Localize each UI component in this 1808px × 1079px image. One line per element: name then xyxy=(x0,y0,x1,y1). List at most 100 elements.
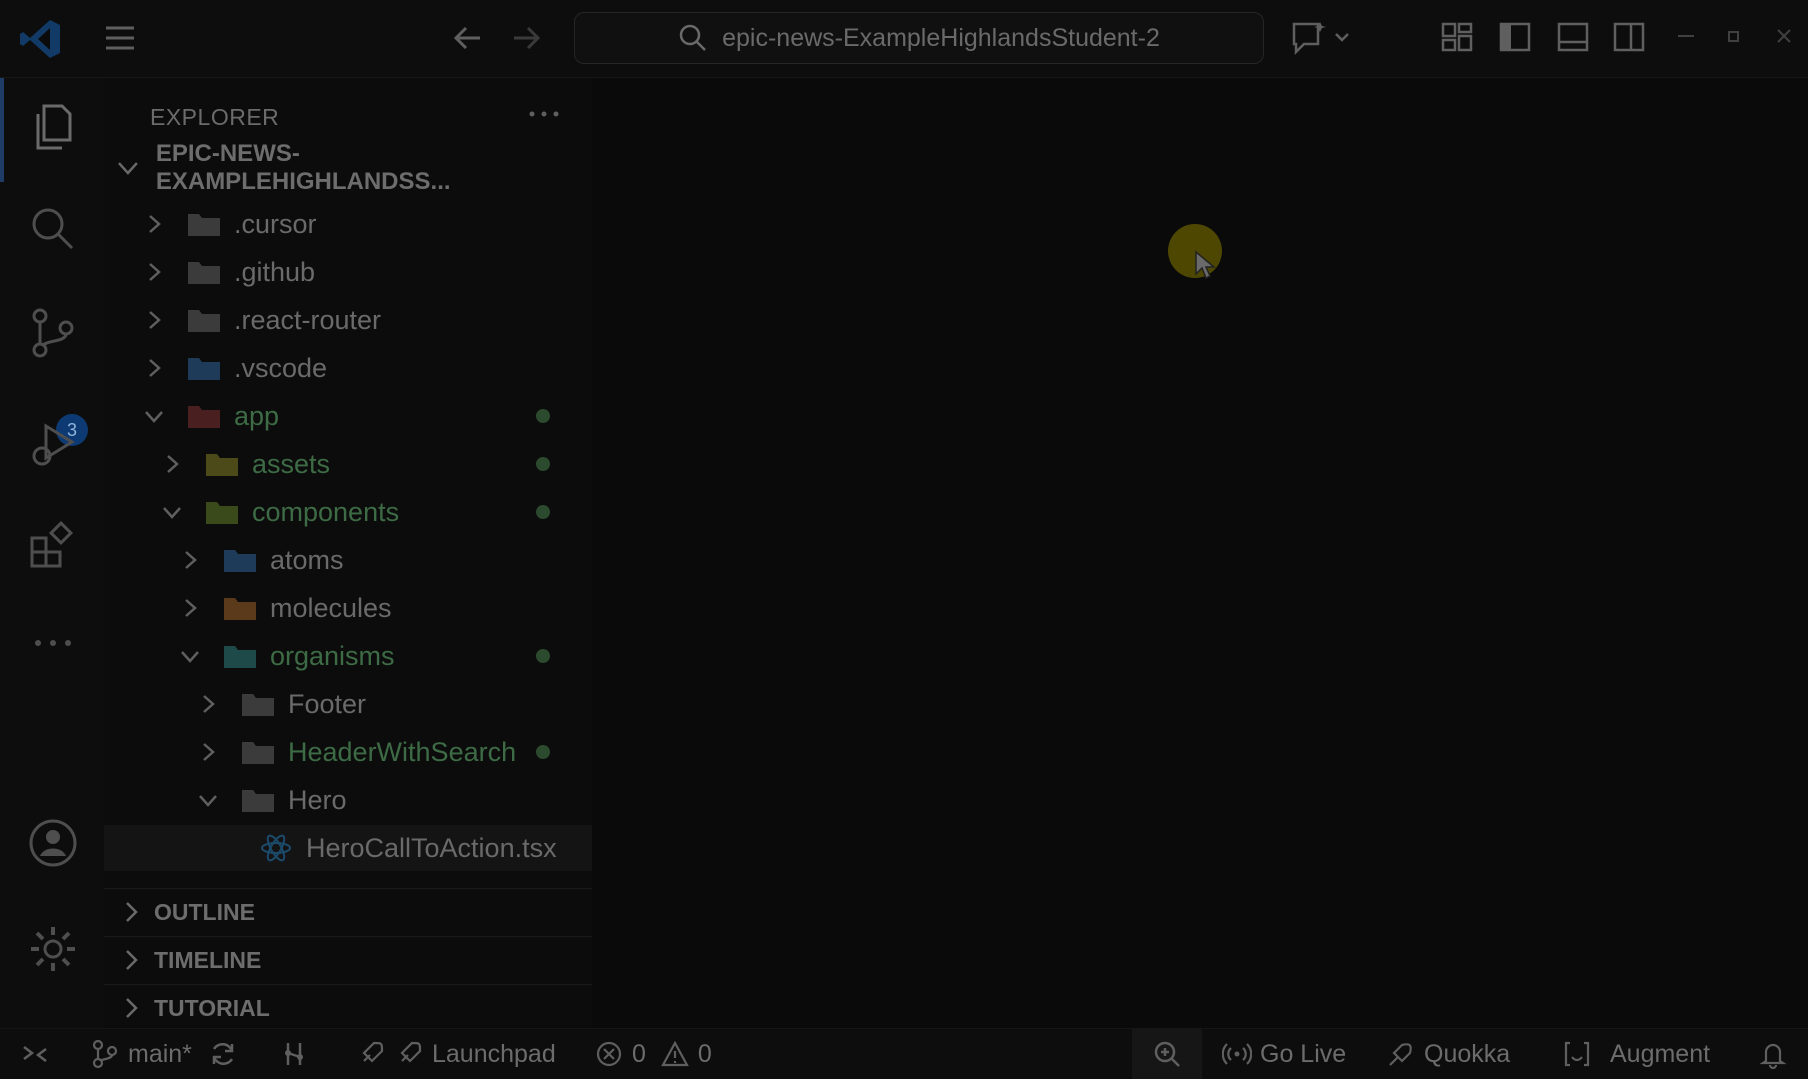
status-bar: main* Launchpad 0 0 Go Live Quokka Augme… xyxy=(0,1028,1808,1079)
modified-dot xyxy=(536,649,550,663)
file-item[interactable]: HeroCallToAction.tsx xyxy=(104,825,592,871)
folder-item[interactable]: atoms xyxy=(104,537,592,583)
chevron-right-icon xyxy=(149,359,161,377)
modified-dot xyxy=(536,409,550,423)
panel-timeline[interactable]: TIMELINE xyxy=(104,936,592,983)
atoms-folder-icon xyxy=(224,550,256,572)
back-arrow-icon[interactable] xyxy=(450,20,486,56)
notifications-button[interactable] xyxy=(1758,1029,1788,1079)
copilot-chat-icon[interactable] xyxy=(1290,18,1352,58)
folder-item[interactable]: HeaderWithSearch xyxy=(104,729,592,775)
remote-indicator[interactable] xyxy=(20,1029,50,1079)
quokka-button[interactable]: Quokka xyxy=(1386,1029,1510,1079)
panel-tutorial-label: TUTORIAL xyxy=(154,994,270,1021)
chevron-down-icon xyxy=(145,411,163,423)
panel-tutorial[interactable]: TUTORIAL xyxy=(104,984,592,1031)
tree-item-label: HeaderWithSearch xyxy=(288,736,517,767)
augment-label: Augment xyxy=(1610,1039,1711,1068)
chevron-right-icon xyxy=(149,215,161,233)
git-graph-icon xyxy=(285,1043,303,1065)
modified-dot xyxy=(536,457,550,471)
react-file-icon xyxy=(261,834,291,862)
go-live-button[interactable]: Go Live xyxy=(1222,1029,1346,1079)
run-debug-icon[interactable] xyxy=(26,418,80,472)
folder-item[interactable]: Hero xyxy=(104,777,592,823)
error-count: 0 xyxy=(632,1039,646,1068)
minimize-icon[interactable] xyxy=(1674,24,1698,48)
extensions-icon[interactable] xyxy=(26,518,80,572)
folder-item[interactable]: organisms xyxy=(104,633,592,679)
tree-item-label: Hero xyxy=(288,784,347,815)
rocket-icon xyxy=(400,1041,422,1063)
git-graph-button[interactable] xyxy=(280,1029,310,1079)
workspace-root[interactable]: EPIC-NEWS-EXAMPLEHIGHLANDSS... xyxy=(104,140,592,195)
tree-item-label: app xyxy=(234,400,280,431)
folder-item[interactable]: .github xyxy=(104,249,592,295)
tree-item-label: .github xyxy=(234,256,316,287)
rocket-icon xyxy=(362,1041,384,1063)
tree-item-label: HeroCallToAction.tsx xyxy=(306,832,557,863)
problems-indicator[interactable]: 0 0 xyxy=(594,1029,712,1079)
zoom-button[interactable] xyxy=(1132,1029,1202,1079)
sync-icon[interactable] xyxy=(208,1039,238,1069)
more-actions-icon[interactable] xyxy=(522,96,566,132)
folder-item[interactable]: .cursor xyxy=(104,201,592,247)
folder-item[interactable]: Footer xyxy=(104,681,592,727)
toggle-secondary-sidebar-icon[interactable] xyxy=(1612,20,1646,54)
active-indicator xyxy=(0,78,4,182)
mouse-pointer-icon xyxy=(1195,250,1216,280)
launchpad-button[interactable]: Launchpad xyxy=(356,1029,556,1079)
search-icon xyxy=(679,24,707,51)
explorer-files-icon[interactable] xyxy=(26,100,80,154)
warning-icon xyxy=(661,1040,689,1067)
account-icon[interactable] xyxy=(26,816,80,870)
forward-arrow-icon[interactable] xyxy=(508,20,544,56)
tree-item-label: .vscode xyxy=(234,352,328,383)
folder-item[interactable]: app xyxy=(104,393,592,439)
folder-item[interactable]: .react-router xyxy=(104,297,592,343)
explorer-sidebar: EXPLORER EPIC-NEWS-EXAMPLEHIGHLANDSS... … xyxy=(104,78,592,1028)
warning-count: 0 xyxy=(697,1039,712,1068)
chevron-right-icon xyxy=(126,998,138,1018)
panel-outline[interactable]: OUTLINE xyxy=(104,888,592,935)
folder-open-icon xyxy=(242,790,274,812)
folder-item[interactable]: components xyxy=(104,489,592,535)
close-icon[interactable] xyxy=(1772,24,1796,48)
toggle-panel-icon[interactable] xyxy=(1556,20,1590,54)
more-views-icon[interactable] xyxy=(26,616,80,670)
command-center-search[interactable]: epic-news-ExampleHighlandsStudent-2 xyxy=(574,12,1264,64)
modified-dot xyxy=(536,505,550,519)
quokka-icon xyxy=(1389,1043,1412,1066)
augment-button[interactable]: Augment xyxy=(1552,1029,1710,1079)
source-control-icon[interactable] xyxy=(26,306,80,360)
chevron-right-icon xyxy=(126,950,138,970)
menu-icon[interactable] xyxy=(102,20,138,56)
chevron-right-icon xyxy=(185,599,197,617)
chevron-right-icon xyxy=(149,263,161,281)
panel-timeline-label: TIMELINE xyxy=(154,946,262,973)
quokka-label: Quokka xyxy=(1424,1039,1511,1068)
toggle-primary-sidebar-icon[interactable] xyxy=(1498,20,1532,54)
editor-area[interactable] xyxy=(592,78,1808,1028)
folder-icon xyxy=(188,310,220,332)
activity-bar: 3 xyxy=(0,78,104,1028)
panel-outline-label: OUTLINE xyxy=(154,898,255,925)
search-icon[interactable] xyxy=(26,202,80,256)
restore-icon[interactable] xyxy=(1722,24,1746,48)
branch-indicator[interactable]: main* xyxy=(90,1029,238,1079)
tree-item-label: molecules xyxy=(270,592,392,623)
settings-gear-icon[interactable] xyxy=(26,922,80,976)
folder-item[interactable]: assets xyxy=(104,441,592,487)
github-folder-icon xyxy=(188,262,220,284)
folder-item[interactable]: molecules xyxy=(104,585,592,631)
chevron-down-icon xyxy=(199,795,217,807)
customize-layout-icon[interactable] xyxy=(1440,20,1474,54)
tree-item-label: .react-router xyxy=(234,304,382,335)
components-folder-icon xyxy=(206,502,238,524)
chevron-right-icon xyxy=(167,455,179,473)
chevron-right-icon xyxy=(203,743,215,761)
remote-icon xyxy=(23,1046,47,1062)
chevron-down-icon xyxy=(181,651,199,663)
folder-item[interactable]: .vscode xyxy=(104,345,592,391)
chevron-right-icon xyxy=(185,551,197,569)
